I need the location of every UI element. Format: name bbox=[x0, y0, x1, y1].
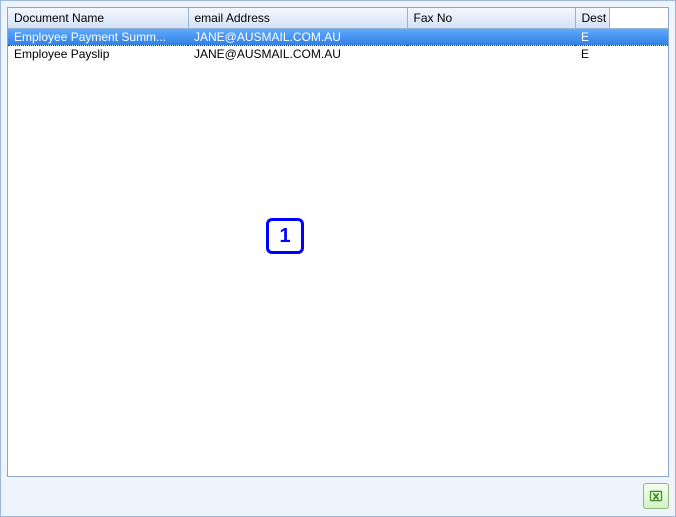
export-excel-icon bbox=[649, 489, 663, 503]
cell-spacer bbox=[609, 29, 668, 46]
col-header-dest[interactable]: Dest bbox=[575, 8, 609, 29]
table-row[interactable]: Employee Payslip JANE@AUSMAIL.COM.AU E bbox=[8, 46, 668, 63]
window-panel: Document Name email Address Fax No Dest … bbox=[0, 0, 676, 517]
cell-email: JANE@AUSMAIL.COM.AU bbox=[188, 46, 407, 63]
cell-email: JANE@AUSMAIL.COM.AU bbox=[188, 29, 407, 46]
cell-spacer bbox=[609, 46, 668, 63]
footer-bar bbox=[7, 482, 669, 510]
cell-fax bbox=[407, 46, 575, 63]
col-header-document-name[interactable]: Document Name bbox=[8, 8, 188, 29]
col-header-spacer bbox=[609, 8, 668, 29]
callout-marker-1: 1 bbox=[266, 218, 304, 254]
table-row[interactable]: Employee Payment Summ... JANE@AUSMAIL.CO… bbox=[8, 29, 668, 46]
cell-dest: E bbox=[575, 46, 609, 63]
cell-dest: E bbox=[575, 29, 609, 46]
col-header-fax-no[interactable]: Fax No bbox=[407, 8, 575, 29]
callout-label: 1 bbox=[279, 226, 290, 246]
col-header-email-address[interactable]: email Address bbox=[188, 8, 407, 29]
grid-container: Document Name email Address Fax No Dest … bbox=[7, 7, 669, 477]
document-table: Document Name email Address Fax No Dest … bbox=[8, 8, 668, 63]
cell-fax bbox=[407, 29, 575, 46]
table-header-row: Document Name email Address Fax No Dest bbox=[8, 8, 668, 29]
cell-document-name: Employee Payment Summ... bbox=[8, 29, 188, 46]
export-button[interactable] bbox=[643, 483, 669, 509]
cell-document-name: Employee Payslip bbox=[8, 46, 188, 63]
